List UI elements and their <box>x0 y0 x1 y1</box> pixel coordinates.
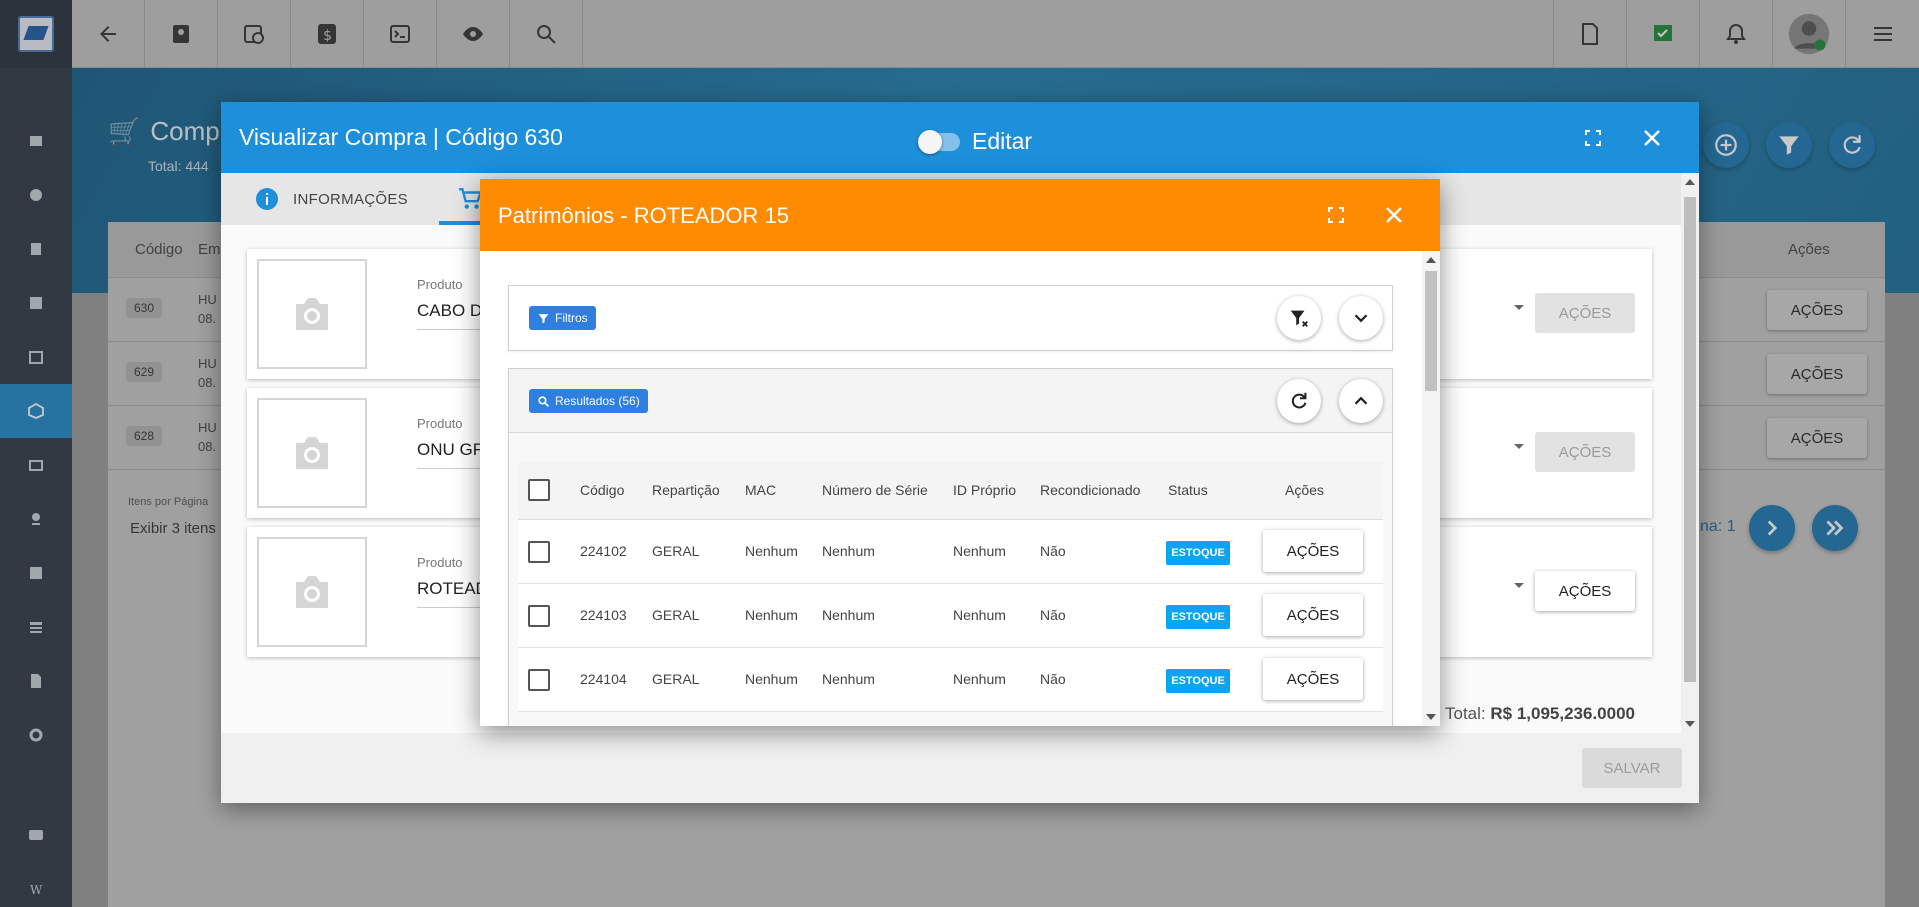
assets-scrollbar[interactable] <box>1422 251 1440 726</box>
assets-modal-header: Patrimônios - ROTEADOR 15 <box>480 179 1440 251</box>
assets-modal-body: Filtros Resultados (56) Código Repartiçã… <box>480 251 1422 726</box>
assets-modal: Patrimônios - ROTEADOR 15 Filtros Result… <box>480 179 1440 726</box>
results-chip: Resultados (56) <box>529 389 648 413</box>
product-label: Produto <box>417 555 463 570</box>
tab-informacoes[interactable]: INFORMAÇÕES <box>255 173 408 225</box>
close-icon[interactable] <box>1638 124 1666 152</box>
camera-icon <box>296 437 328 469</box>
col-codigo[interactable]: Código <box>580 482 624 498</box>
clear-filter-button[interactable] <box>1277 296 1321 340</box>
chevron-down-icon <box>1354 314 1368 323</box>
col-id-proprio[interactable]: ID Próprio <box>953 482 1016 498</box>
scroll-down-icon[interactable] <box>1426 714 1436 720</box>
status-badge: ESTOQUE <box>1166 605 1230 629</box>
filters-panel: Filtros <box>508 285 1393 351</box>
product-actions-button[interactable]: AÇÕES <box>1535 293 1635 333</box>
expand-filters-button[interactable] <box>1339 296 1383 340</box>
col-mac[interactable]: MAC <box>745 482 776 498</box>
close-icon[interactable] <box>1380 201 1408 229</box>
results-panel: Resultados (56) Código Repartição MAC Nú… <box>508 368 1393 726</box>
scroll-up-icon[interactable] <box>1426 257 1436 263</box>
purchase-modal-header: Visualizar Compra | Código 630 Editar <box>221 102 1699 173</box>
camera-icon <box>296 576 328 608</box>
edit-label: Editar <box>972 128 1033 154</box>
table-row[interactable]: 224104 GERAL Nenhum Nenhum Nenhum Não ES… <box>518 648 1383 712</box>
product-label: Produto <box>417 416 463 431</box>
info-icon <box>256 188 278 210</box>
save-button[interactable]: SALVAR <box>1582 748 1682 788</box>
cell-mac: Nenhum <box>745 543 798 559</box>
row-actions-button[interactable]: AÇÕES <box>1263 594 1363 636</box>
chevron-up-icon <box>1354 396 1368 405</box>
col-numero-serie[interactable]: Número de Série <box>822 482 928 498</box>
tab-informacoes-label: INFORMAÇÕES <box>293 190 408 208</box>
status-badge: ESTOQUE <box>1166 541 1230 565</box>
fullscreen-icon[interactable] <box>1322 201 1350 229</box>
refresh-results-button[interactable] <box>1277 379 1321 423</box>
purchase-modal-title: Visualizar Compra | Código 630 <box>239 124 563 150</box>
dropdown-caret-icon[interactable] <box>1514 305 1524 310</box>
cell-serie: Nenhum <box>822 543 875 559</box>
col-acoes: Ações <box>1285 482 1324 498</box>
scroll-up-icon[interactable] <box>1685 179 1695 185</box>
cell-id-proprio: Nenhum <box>953 543 1006 559</box>
row-actions-button[interactable]: AÇÕES <box>1263 658 1363 700</box>
dropdown-caret-icon[interactable] <box>1514 583 1524 588</box>
product-label: Produto <box>417 277 463 292</box>
row-checkbox[interactable] <box>528 541 550 563</box>
purchase-modal-footer <box>221 733 1699 803</box>
row-checkbox[interactable] <box>528 669 550 691</box>
cell-recondicionado: Não <box>1040 607 1066 623</box>
product-image-placeholder <box>257 537 367 647</box>
total-value: Total: R$ 1,095,236.0000 <box>1445 704 1635 723</box>
cell-codigo: 224103 <box>580 607 627 623</box>
refresh-icon <box>1291 392 1307 409</box>
cell-codigo: 224104 <box>580 671 627 687</box>
cell-id-proprio: Nenhum <box>953 607 1006 623</box>
edit-switch[interactable] <box>918 129 960 154</box>
clear-filter-icon <box>1290 310 1308 327</box>
cell-serie: Nenhum <box>822 607 875 623</box>
filters-chip[interactable]: Filtros <box>529 306 596 330</box>
scroll-thumb[interactable] <box>1425 271 1437 391</box>
purchase-scrollbar[interactable] <box>1681 173 1699 733</box>
filter-icon <box>538 313 549 323</box>
table-row[interactable]: 224102 GERAL Nenhum Nenhum Nenhum Não ES… <box>518 520 1383 584</box>
cell-reparticao: GERAL <box>652 671 700 687</box>
status-badge: ESTOQUE <box>1166 669 1230 693</box>
search-icon <box>538 395 549 407</box>
camera-icon <box>296 298 328 330</box>
row-checkbox[interactable] <box>528 605 550 627</box>
cell-recondicionado: Não <box>1040 543 1066 559</box>
assets-modal-title: Patrimônios - ROTEADOR 15 <box>498 203 789 228</box>
cell-serie: Nenhum <box>822 671 875 687</box>
select-all-checkbox[interactable] <box>528 479 550 501</box>
dropdown-caret-icon[interactable] <box>1514 444 1524 449</box>
cell-mac: Nenhum <box>745 671 798 687</box>
col-status[interactable]: Status <box>1168 482 1208 498</box>
cell-recondicionado: Não <box>1040 671 1066 687</box>
product-image-placeholder <box>257 398 367 508</box>
table-row[interactable]: 224103 GERAL Nenhum Nenhum Nenhum Não ES… <box>518 584 1383 648</box>
cell-mac: Nenhum <box>745 607 798 623</box>
cell-codigo: 224102 <box>580 543 627 559</box>
edit-toggle[interactable]: Editar <box>918 128 1033 155</box>
cell-reparticao: GERAL <box>652 607 700 623</box>
product-actions-button[interactable]: AÇÕES <box>1535 571 1635 611</box>
scroll-down-icon[interactable] <box>1685 721 1695 727</box>
row-actions-button[interactable]: AÇÕES <box>1263 530 1363 572</box>
product-image-placeholder <box>257 259 367 369</box>
scroll-thumb[interactable] <box>1684 197 1696 682</box>
cell-reparticao: GERAL <box>652 543 700 559</box>
col-reparticao[interactable]: Repartição <box>652 482 720 498</box>
product-actions-button[interactable]: AÇÕES <box>1535 432 1635 472</box>
collapse-results-button[interactable] <box>1339 379 1383 423</box>
col-recondicionado[interactable]: Recondicionado <box>1040 482 1140 498</box>
fullscreen-icon[interactable] <box>1579 124 1607 152</box>
assets-table-header: Código Repartição MAC Número de Série ID… <box>518 462 1383 520</box>
cell-id-proprio: Nenhum <box>953 671 1006 687</box>
